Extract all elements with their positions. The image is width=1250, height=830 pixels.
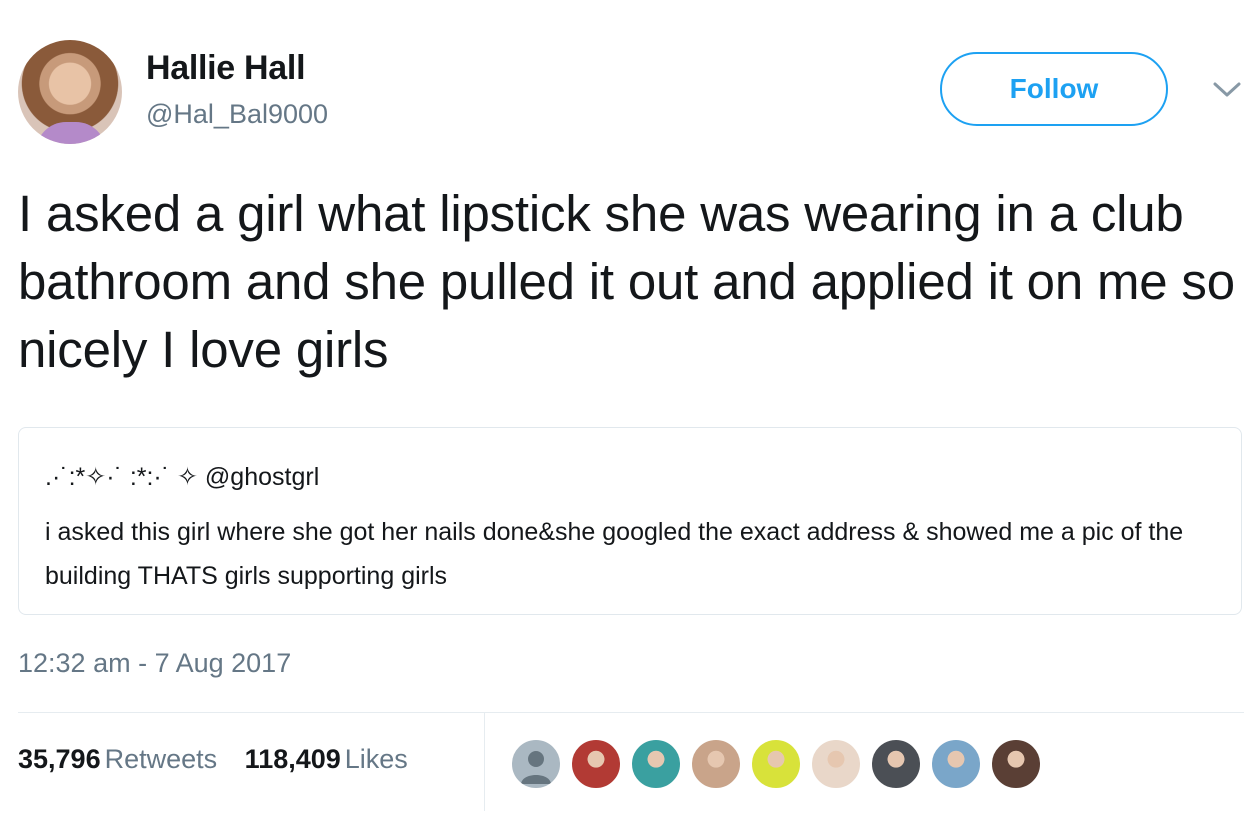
retweets-count: 35,796 — [18, 744, 101, 774]
liker-avatar[interactable] — [510, 738, 562, 790]
liker-avatar[interactable] — [930, 738, 982, 790]
tweet-timestamp[interactable]: 12:32 am - 7 Aug 2017 — [18, 648, 291, 679]
liker-avatar[interactable] — [990, 738, 1042, 790]
tweet-stats: 35,796 Retweets 118,409 Likes — [18, 744, 428, 775]
quoted-tweet-text: i asked this girl where she got her nail… — [45, 518, 1184, 590]
quoted-tweet[interactable]: .·˙:*✧·˙ :*:·˙ ✧ @ghostgrl i asked this … — [18, 427, 1242, 615]
retweets-label: Retweets — [104, 744, 218, 774]
quoted-tweet-author: .·˙:*✧·˙ :*:·˙ ✧ @ghostgrl — [45, 463, 320, 491]
user-handle[interactable]: @Hal_Bal9000 — [146, 99, 328, 130]
follow-button[interactable]: Follow — [940, 52, 1168, 126]
avatar[interactable] — [18, 40, 122, 144]
divider — [18, 712, 1244, 713]
tweet-card: Hallie Hall @Hal_Bal9000 Follow I asked … — [0, 0, 1250, 830]
stats-divider — [484, 713, 485, 811]
liker-avatar[interactable] — [750, 738, 802, 790]
avatar-shirt — [36, 122, 106, 144]
display-name[interactable]: Hallie Hall — [146, 49, 306, 88]
liker-avatar[interactable] — [690, 738, 742, 790]
likes-count: 118,409 — [244, 744, 341, 774]
default-avatar-icon — [521, 751, 551, 784]
tweet-text: I asked a girl what lipstick she was wea… — [18, 185, 1235, 378]
liker-avatar[interactable] — [630, 738, 682, 790]
liker-avatar[interactable] — [870, 738, 922, 790]
likes-label: Likes — [344, 744, 408, 774]
retweets-stat[interactable]: 35,796 Retweets — [18, 744, 217, 775]
liker-avatar[interactable] — [810, 738, 862, 790]
liker-avatar[interactable] — [570, 738, 622, 790]
chevron-down-icon[interactable] — [1210, 78, 1244, 102]
likes-stat[interactable]: 118,409 Likes — [245, 744, 408, 775]
